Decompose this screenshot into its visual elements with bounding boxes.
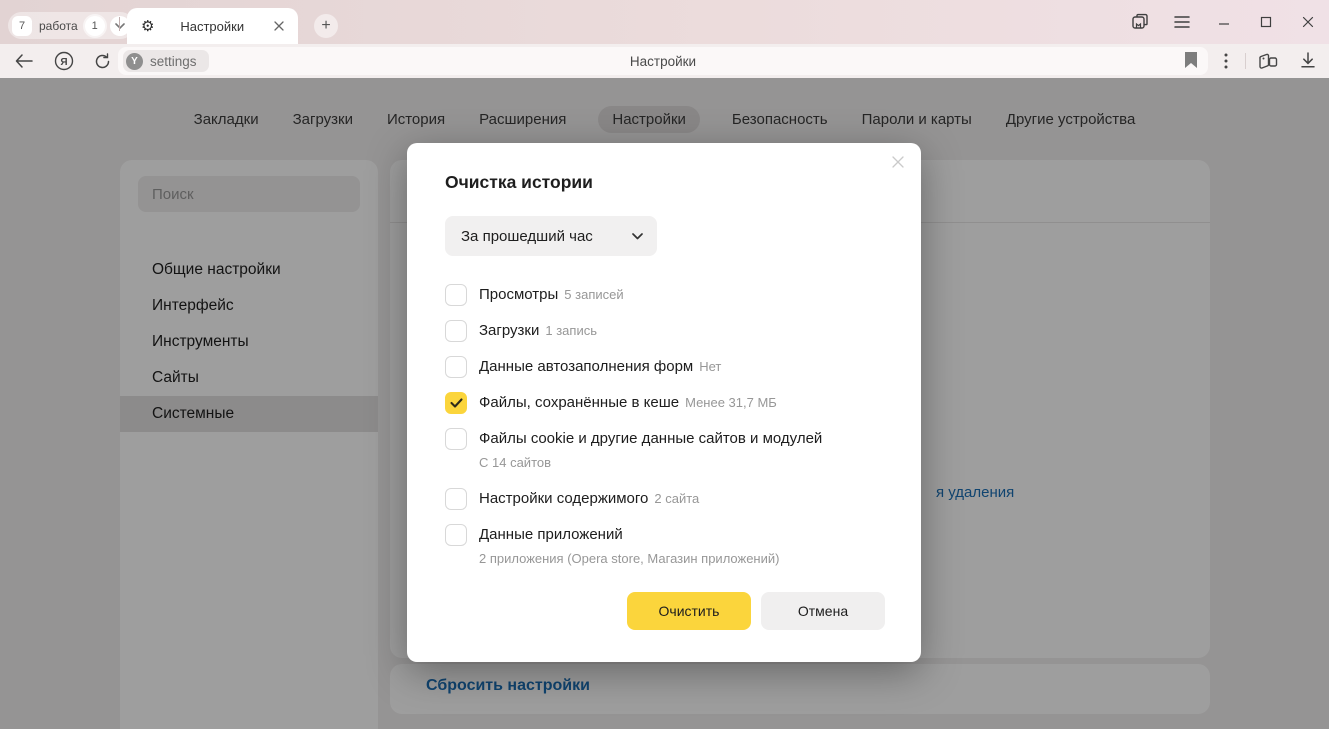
clear-button[interactable]: Очистить: [627, 592, 751, 630]
period-select-value: За прошедший час: [461, 228, 593, 245]
maximize-icon[interactable]: [1251, 8, 1281, 36]
minimize-icon[interactable]: [1209, 8, 1239, 36]
dialog-close-icon[interactable]: [885, 149, 911, 175]
kebab-menu-icon[interactable]: [1212, 47, 1240, 75]
side-panel-icon[interactable]: [1125, 8, 1155, 36]
row-sub-count: 2 приложения (Opera store, Магазин прило…: [479, 548, 779, 570]
tab-separator: [119, 17, 120, 31]
checkbox[interactable]: [445, 488, 467, 510]
row-count: 1 запись: [545, 323, 597, 338]
omnibox[interactable]: Y settings Настройки: [118, 47, 1208, 75]
collections-icon[interactable]: [1254, 47, 1282, 75]
reload-icon[interactable]: [88, 47, 116, 75]
row-downloads[interactable]: Загрузки 1 запись: [445, 320, 883, 342]
row-sub-count: С 14 сайтов: [479, 452, 822, 474]
row-browsing-history[interactable]: Просмотры 5 записей: [445, 284, 883, 306]
row-label: Файлы cookie и другие данные сайтов и мо…: [479, 430, 822, 447]
url-text: settings: [150, 54, 197, 69]
download-icon[interactable]: [1294, 47, 1322, 75]
row-label: Данные приложений: [479, 526, 623, 543]
row-label: Файлы, сохранённые в кеше: [479, 394, 679, 411]
row-content-settings[interactable]: Настройки содержимого 2 сайта: [445, 488, 883, 510]
close-icon[interactable]: [1293, 8, 1323, 36]
row-cached-files[interactable]: Файлы, сохранённые в кеше Менее 31,7 МБ: [445, 392, 883, 414]
row-label: Загрузки: [479, 322, 539, 339]
checkbox[interactable]: [445, 284, 467, 306]
row-app-data[interactable]: Данные приложений 2 приложения (Opera st…: [445, 524, 883, 570]
row-cookies[interactable]: Файлы cookie и другие данные сайтов и мо…: [445, 428, 883, 474]
gear-icon: ⚙: [141, 17, 154, 35]
url-chip[interactable]: Y settings: [123, 50, 209, 72]
yandex-logo-icon[interactable]: Я: [50, 47, 78, 75]
row-count: Нет: [699, 359, 721, 374]
menu-icon[interactable]: [1167, 8, 1197, 36]
address-toolbar: Я Y settings Настройки: [0, 44, 1329, 78]
tab-group-name: работа: [37, 19, 80, 33]
site-badge-icon: Y: [126, 53, 143, 70]
dialog-title: Очистка истории: [445, 172, 883, 193]
row-count: 2 сайта: [654, 491, 699, 506]
checkbox-checked[interactable]: [445, 392, 467, 414]
tab-group-badge: 1: [85, 16, 105, 36]
back-icon[interactable]: [10, 47, 38, 75]
tab-group-pill[interactable]: 7 работа 1: [8, 12, 134, 39]
bookmark-icon[interactable]: [1184, 51, 1198, 69]
checkbox[interactable]: [445, 524, 467, 546]
omnibox-page-title: Настройки: [118, 47, 1208, 75]
row-autofill[interactable]: Данные автозаполнения форм Нет: [445, 356, 883, 378]
period-select[interactable]: За прошедший час: [445, 216, 657, 256]
row-label: Данные автозаполнения форм: [479, 358, 693, 375]
tab-bar: 7 работа 1 ⚙ Настройки +: [0, 0, 1329, 44]
toolbar-separator: [1245, 53, 1246, 69]
checkbox[interactable]: [445, 428, 467, 450]
row-label: Настройки содержимого: [479, 490, 648, 507]
row-count: 5 записей: [564, 287, 623, 302]
tab-close-icon[interactable]: [270, 19, 288, 33]
chevron-down-icon: [632, 233, 643, 240]
tab-settings[interactable]: ⚙ Настройки: [127, 8, 298, 44]
clear-history-dialog: Очистка истории За прошедший час Просмот…: [407, 143, 921, 662]
checkbox[interactable]: [445, 320, 467, 342]
svg-text:Я: Я: [60, 57, 67, 68]
browser-window: 7 работа 1 ⚙ Настройки +: [0, 0, 1329, 729]
checkbox[interactable]: [445, 356, 467, 378]
tab-title: Настройки: [154, 19, 270, 34]
new-tab-button[interactable]: +: [314, 14, 338, 38]
row-label: Просмотры: [479, 286, 558, 303]
tab-group-count-badge: 7: [12, 16, 32, 36]
row-count: Менее 31,7 МБ: [685, 395, 777, 410]
cancel-button[interactable]: Отмена: [761, 592, 885, 630]
data-type-list: Просмотры 5 записей Загрузки 1 запись Данн…: [445, 284, 883, 570]
